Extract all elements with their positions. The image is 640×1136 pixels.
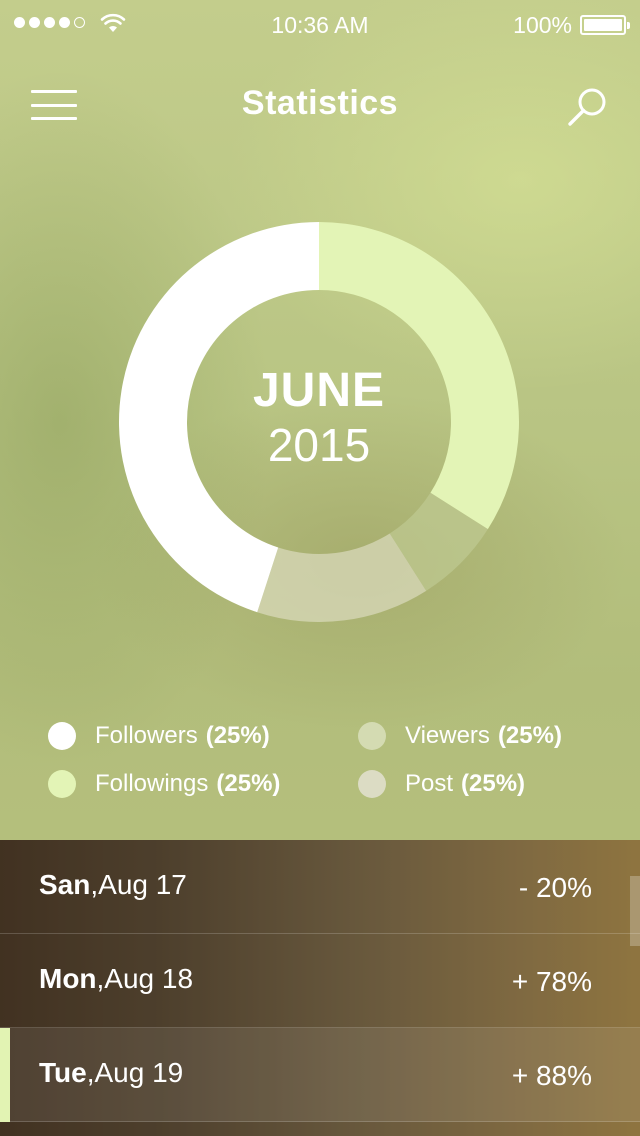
legend-item-followers: Followers (25%) [48,716,270,756]
legend-percentage: (25%) [497,722,562,749]
legend-dot [358,770,386,798]
battery-icon [580,15,630,35]
legend-label: Followers [95,722,198,749]
daily-stats-list: San,Aug 17 - 20% Mon,Aug 18 + 78% Tue,Au… [0,840,640,1136]
legend-label: Post [405,770,454,797]
legend-percentage: (25%) [216,770,281,797]
legend-dot [48,722,76,750]
donut-chart: JUNE 2015 [119,222,519,622]
row-change: + 88% [511,1060,592,1091]
chart-month: JUNE [252,364,386,417]
nav-bar: Statistics [0,70,640,140]
row-date-text: ,Aug 19 [86,1057,184,1088]
row-date-text: ,Aug 17 [90,869,187,900]
row-day: Mon [39,963,97,994]
legend-percentage: (25%) [205,722,270,749]
search-icon[interactable] [566,85,610,129]
status-bar: 10:36 AM 100% [0,0,640,48]
legend-dot [48,770,76,798]
row-date: San,Aug 17 [39,869,187,901]
row-day: Tue [39,1057,87,1088]
legend-label: Followings [95,770,209,797]
page-title: Statistics [241,84,399,122]
chart-legend: Followers (25%) Viewers (25%) Followings… [48,716,608,816]
donut-center-label: JUNE 2015 [119,222,519,622]
chart-year: 2015 [267,418,371,471]
legend-item-viewers: Viewers (25%) [358,716,562,756]
list-item[interactable]: Mon,Aug 18 + 78% [0,934,640,1028]
legend-dot [358,722,386,750]
list-item[interactable]: San,Aug 17 - 20% [0,840,640,946]
row-date: Tue,Aug 19 [39,1057,183,1089]
legend-item-followings: Followings (25%) [48,764,280,804]
list-item-selected[interactable]: Tue,Aug 19 + 88% [0,1028,640,1122]
legend-percentage: (25%) [461,770,526,797]
statistics-screen: 10:36 AM 100% Statistics JUNE 2015 Follo… [0,0,640,1136]
row-change: + 78% [511,966,592,997]
row-date: Mon,Aug 18 [39,963,193,995]
row-day: San [39,869,91,900]
legend-item-post: Post (25%) [358,764,525,804]
legend-label: Viewers [405,722,490,749]
row-change: - 20% [518,872,592,903]
row-date-text: ,Aug 18 [96,963,194,994]
battery-percentage: 100% [513,12,572,38]
